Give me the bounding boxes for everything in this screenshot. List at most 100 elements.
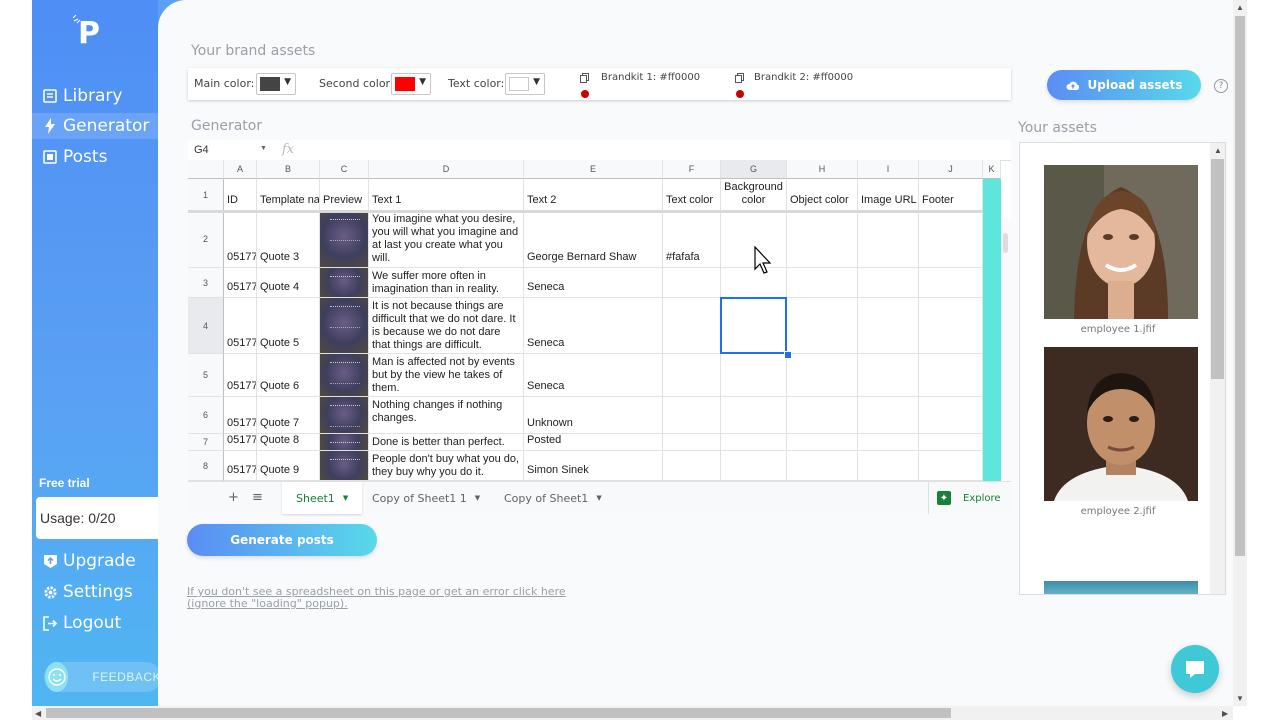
- cell-f7[interactable]: [663, 434, 721, 451]
- asset-image-partial[interactable]: [1044, 581, 1198, 594]
- all-sheets-icon[interactable]: ≡: [252, 490, 263, 505]
- column-header-d[interactable]: D: [369, 160, 524, 179]
- cell-i3[interactable]: [858, 268, 919, 298]
- header-cell-e[interactable]: Text 2: [524, 179, 663, 211]
- preview-thumbnail[interactable]: [320, 434, 369, 451]
- row-header-7[interactable]: 7: [188, 434, 224, 451]
- row-header-1[interactable]: 1: [188, 179, 224, 211]
- column-header-i[interactable]: I: [858, 160, 919, 179]
- preview-thumbnail[interactable]: [320, 354, 369, 397]
- cell-h5[interactable]: [787, 354, 858, 397]
- cell-b7[interactable]: Quote 8: [257, 434, 320, 451]
- fill-handle[interactable]: [784, 351, 792, 359]
- cell-e8[interactable]: Simon Sinek: [524, 451, 663, 481]
- cell-j2[interactable]: [919, 211, 983, 268]
- sheet-scroll-thumb[interactable]: [1003, 233, 1008, 253]
- selected-cell-g4[interactable]: [720, 297, 787, 354]
- cell-i6[interactable]: [858, 397, 919, 434]
- cell-a8[interactable]: 05177: [224, 451, 257, 481]
- nav-library[interactable]: Library: [42, 83, 122, 109]
- cell-j6[interactable]: [919, 397, 983, 434]
- assets-scroll-thumb[interactable]: [1211, 159, 1224, 379]
- chat-widget-button[interactable]: [1171, 645, 1219, 693]
- asset-image-employee-1[interactable]: [1044, 165, 1198, 319]
- app-logo[interactable]: P: [78, 16, 100, 51]
- cell-e3[interactable]: Seneca: [524, 268, 663, 298]
- cell-f5[interactable]: [663, 354, 721, 397]
- cell-a5[interactable]: 05177: [224, 354, 257, 397]
- brandkit-2[interactable]: Brandkit 2: #ff0000: [735, 72, 875, 100]
- cell-i2[interactable]: [858, 211, 919, 268]
- scroll-up-icon[interactable]: ▲: [1236, 3, 1244, 12]
- header-cell-d[interactable]: Text 1: [369, 179, 524, 211]
- nav-logout[interactable]: Logout: [42, 610, 121, 636]
- column-header-h[interactable]: H: [787, 160, 858, 179]
- column-header-k[interactable]: K: [983, 160, 1001, 179]
- add-sheet-icon[interactable]: +: [228, 490, 239, 505]
- upload-assets-button[interactable]: Upload assets: [1047, 70, 1201, 100]
- header-cell-j[interactable]: Footer: [919, 179, 983, 211]
- row-header-8[interactable]: 8: [188, 451, 224, 481]
- preview-thumbnail[interactable]: [320, 211, 369, 268]
- row-header-5[interactable]: 5: [188, 354, 224, 397]
- cell-b8[interactable]: Quote 9: [257, 451, 320, 481]
- cell-d4[interactable]: It is not because things are difficult t…: [369, 298, 524, 354]
- spreadsheet-help-link[interactable]: If you don't see a spreadsheet on this p…: [187, 586, 587, 610]
- cell-i7[interactable]: [858, 434, 919, 451]
- nav-posts[interactable]: Posts: [42, 144, 107, 170]
- cell-b2[interactable]: Quote 3: [257, 211, 320, 268]
- column-header-a[interactable]: A: [224, 160, 257, 179]
- cell-a6[interactable]: 05177: [224, 397, 257, 434]
- main-color-picker[interactable]: ▼: [256, 73, 296, 95]
- row-header-6[interactable]: 6: [188, 397, 224, 434]
- cell-e4[interactable]: Seneca: [524, 298, 663, 354]
- cell-d8[interactable]: People don't buy what you do, they buy w…: [369, 451, 524, 481]
- cell-d6[interactable]: Nothing changes if nothing changes.: [369, 397, 524, 434]
- preview-thumbnail[interactable]: [320, 268, 369, 298]
- cell-d2[interactable]: You imagine what you desire, you will wh…: [369, 211, 524, 268]
- cell-a7[interactable]: 05177: [224, 434, 257, 451]
- header-cell-h[interactable]: Object color: [787, 179, 858, 211]
- row-header-2[interactable]: 2: [188, 211, 224, 268]
- header-cell-c[interactable]: Preview: [320, 179, 369, 211]
- header-cell-f[interactable]: Text color: [663, 179, 721, 211]
- column-header-j[interactable]: J: [919, 160, 983, 179]
- preview-thumbnail[interactable]: [320, 298, 369, 354]
- cell-h6[interactable]: [787, 397, 858, 434]
- page-vertical-scroll-thumb[interactable]: [1235, 16, 1245, 556]
- text-color-picker[interactable]: ▼: [505, 73, 545, 95]
- tab-copy-of-sheet1-1[interactable]: Copy of Sheet1 1 ▼: [372, 482, 480, 514]
- cell-b4[interactable]: Quote 5: [257, 298, 320, 354]
- scroll-up-icon[interactable]: ▲: [1214, 146, 1222, 155]
- cell-b5[interactable]: Quote 6: [257, 354, 320, 397]
- cell-e7[interactable]: Posted: [524, 434, 663, 451]
- cell-g8[interactable]: [721, 451, 787, 481]
- cell-i4[interactable]: [858, 298, 919, 354]
- name-box[interactable]: G4: [194, 144, 209, 156]
- column-header-g[interactable]: G: [721, 160, 787, 179]
- generate-posts-button[interactable]: Generate posts: [187, 524, 377, 556]
- preview-thumbnail[interactable]: [320, 397, 369, 434]
- brandkit-1[interactable]: Brandkit 1: #ff0000: [580, 72, 720, 100]
- preview-thumbnail[interactable]: [320, 451, 369, 481]
- sheet-vertical-scrollbar[interactable]: [1001, 219, 1011, 509]
- cell-a2[interactable]: 05177: [224, 211, 257, 268]
- cell-h7[interactable]: [787, 434, 858, 451]
- scroll-down-icon[interactable]: ▼: [1236, 694, 1244, 703]
- cell-f6[interactable]: [663, 397, 721, 434]
- scroll-left-icon[interactable]: ◀: [35, 709, 41, 718]
- cell-j5[interactable]: [919, 354, 983, 397]
- cell-j8[interactable]: [919, 451, 983, 481]
- column-header-e[interactable]: E: [524, 160, 663, 179]
- cell-e5[interactable]: Seneca: [524, 354, 663, 397]
- cell-j4[interactable]: [919, 298, 983, 354]
- column-header-b[interactable]: B: [257, 160, 320, 179]
- sheet-corner[interactable]: [188, 160, 224, 179]
- cell-a4[interactable]: 05177: [224, 298, 257, 354]
- nav-settings[interactable]: Settings: [42, 579, 133, 605]
- cell-f2[interactable]: #fafafa: [663, 211, 721, 268]
- cell-i5[interactable]: [858, 354, 919, 397]
- spreadsheet[interactable]: G4 ▼ fx A B C D E F G H I J K 1 2 3 4 5 6 7 8 ID Template na…: [188, 140, 1011, 511]
- cell-d3[interactable]: We suffer more often in imagination than…: [369, 268, 524, 298]
- cell-i8[interactable]: [858, 451, 919, 481]
